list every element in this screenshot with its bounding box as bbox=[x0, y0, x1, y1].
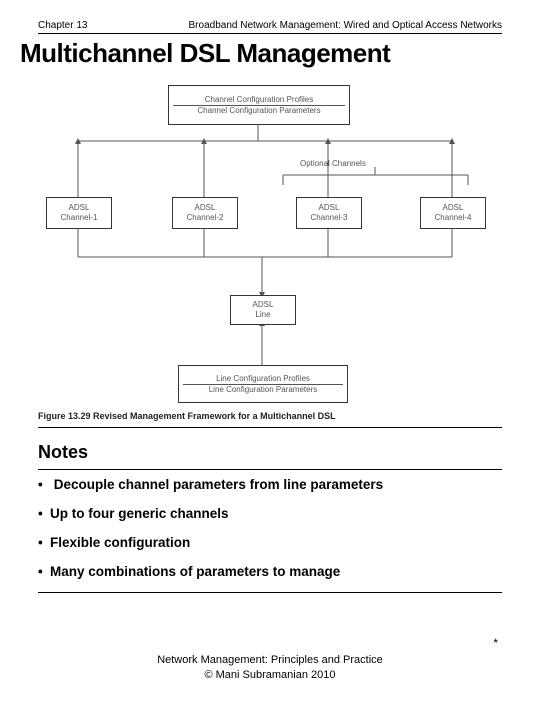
note-text: Many combinations of parameters to manag… bbox=[50, 564, 340, 579]
notes-list: • Decouple channel parameters from line … bbox=[38, 470, 502, 586]
line-config-box: Line Configuration Profiles Line Configu… bbox=[178, 365, 348, 403]
channel-config-box: Channel Configuration Profiles Channel C… bbox=[168, 85, 350, 125]
channel-config-params: Channel Configuration Parameters bbox=[169, 106, 349, 116]
note-text: Up to four generic channels bbox=[50, 506, 229, 521]
channel-number: Channel-4 bbox=[421, 213, 485, 223]
optional-channels-label: Optional Channels bbox=[300, 159, 366, 168]
line-config-profiles: Line Configuration Profiles bbox=[179, 374, 347, 384]
notes-divider-top bbox=[38, 427, 502, 428]
topic-label: Broadband Network Management: Wired and … bbox=[189, 20, 502, 31]
adsl-line-box: ADSL Line bbox=[230, 295, 296, 325]
slide-footer: Network Management: Principles and Pract… bbox=[0, 653, 540, 682]
header-divider bbox=[38, 33, 502, 34]
diagram-container: Channel Configuration Profiles Channel C… bbox=[38, 77, 502, 407]
channel-number: Channel-2 bbox=[173, 213, 237, 223]
line-label: ADSL bbox=[231, 300, 295, 310]
adsl-channel-3-box: ADSL Channel-3 bbox=[296, 197, 362, 229]
figure-caption: Figure 13.29 Revised Management Framewor… bbox=[38, 411, 502, 421]
slide-header: Chapter 13 Broadband Network Management:… bbox=[0, 0, 540, 33]
channel-label: ADSL bbox=[421, 203, 485, 213]
diagram-connectors bbox=[38, 77, 502, 407]
channel-label: ADSL bbox=[47, 203, 111, 213]
note-item: •Up to four generic channels bbox=[38, 499, 502, 528]
adsl-channel-1-box: ADSL Channel-1 bbox=[46, 197, 112, 229]
line-config-params: Line Configuration Parameters bbox=[179, 385, 347, 395]
notes-heading: Notes bbox=[38, 442, 540, 463]
footer-line2: © Mani Subramanian 2010 bbox=[0, 668, 540, 682]
adsl-channel-4-box: ADSL Channel-4 bbox=[420, 197, 486, 229]
asterisk-mark: * bbox=[493, 636, 498, 650]
channel-label: ADSL bbox=[297, 203, 361, 213]
chapter-label: Chapter 13 bbox=[38, 20, 87, 31]
note-text: Flexible configuration bbox=[50, 535, 190, 550]
adsl-channel-2-box: ADSL Channel-2 bbox=[172, 197, 238, 229]
note-item: •Many combinations of parameters to mana… bbox=[38, 557, 502, 586]
channel-number: Channel-3 bbox=[297, 213, 361, 223]
note-text: Decouple channel parameters from line pa… bbox=[54, 477, 383, 492]
channel-number: Channel-1 bbox=[47, 213, 111, 223]
notes-divider-bottom bbox=[38, 592, 502, 593]
channel-label: ADSL bbox=[173, 203, 237, 213]
channel-config-profiles: Channel Configuration Profiles bbox=[169, 95, 349, 105]
page-title: Multichannel DSL Management bbox=[20, 38, 540, 69]
line-sub: Line bbox=[231, 310, 295, 320]
note-item: • Decouple channel parameters from line … bbox=[38, 470, 502, 499]
note-item: •Flexible configuration bbox=[38, 528, 502, 557]
footer-line1: Network Management: Principles and Pract… bbox=[0, 653, 540, 667]
